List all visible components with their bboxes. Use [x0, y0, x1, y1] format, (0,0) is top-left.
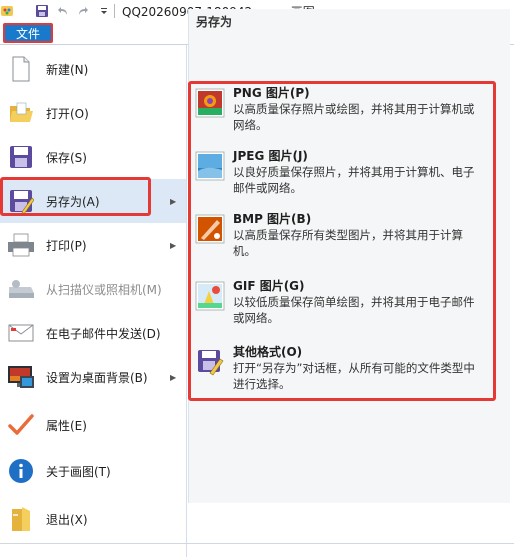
file-tab[interactable]: 文件: [3, 23, 53, 43]
menu-item-new[interactable]: 新建(N): [0, 47, 186, 91]
submenu-item-desc: 以高质量保存照片或绘图，并将其用于计算机或网络。: [233, 102, 475, 132]
gif-image-icon: [195, 281, 225, 311]
undo-icon[interactable]: [54, 3, 70, 19]
submenu-item-png[interactable]: PNG 图片(P) 以高质量保存照片或绘图，并将其用于计算机或网络。: [193, 84, 493, 136]
menu-item-email[interactable]: 在电子邮件中发送(D): [0, 311, 186, 355]
submenu-item-title: 其他格式(O): [233, 345, 303, 359]
submenu-item-gif[interactable]: GIF 图片(G) 以较低质量保存简单绘图，并将其用于电子邮件或网络。: [193, 277, 493, 329]
checkmark-icon: [6, 410, 36, 440]
save-disk-icon: [6, 142, 36, 172]
other-formats-icon: [195, 347, 225, 377]
submenu-item-desc: 打开“另存为”对话框，从所有可能的文件类型中进行选择。: [233, 361, 475, 391]
menu-bottom-border: [0, 543, 514, 544]
title-separator: [114, 4, 115, 18]
menu-item-desktop-background[interactable]: 设置为桌面背景(B) ▶: [0, 355, 186, 399]
bmp-image-icon: [195, 214, 225, 244]
desktop-background-icon: [6, 362, 36, 392]
menu-item-label: 保存(S): [46, 150, 87, 165]
save-quick-icon[interactable]: [34, 3, 50, 19]
menu-item-open[interactable]: 打开(O): [0, 91, 186, 135]
menu-item-label: 另存为(A): [46, 194, 100, 209]
customize-toolbar-icon[interactable]: [96, 3, 112, 19]
email-icon: [6, 318, 36, 348]
menu-item-label: 设置为桌面背景(B): [46, 370, 148, 385]
submenu-title: 另存为: [196, 15, 233, 29]
scanner-icon: [6, 274, 36, 304]
menu-item-label: 打开(O): [46, 106, 89, 121]
redo-icon[interactable]: [76, 3, 92, 19]
paint-app-icon[interactable]: [0, 3, 16, 19]
submenu-item-title: BMP 图片(B): [233, 212, 312, 226]
submenu-item-bmp[interactable]: BMP 图片(B) 以高质量保存所有类型图片，并将其用于计算机。: [193, 210, 493, 262]
menu-item-label: 属性(E): [46, 418, 87, 433]
exit-icon: [6, 504, 36, 534]
menu-item-about[interactable]: 关于画图(T): [0, 449, 186, 493]
menu-item-label: 新建(N): [46, 62, 89, 77]
menu-item-scanner: 从扫描仪或照相机(M): [0, 267, 186, 311]
menu-item-properties[interactable]: 属性(E): [0, 403, 186, 447]
save-as-icon: [6, 186, 36, 216]
printer-icon: [6, 230, 36, 260]
submenu-item-title: JPEG 图片(J): [233, 149, 308, 163]
submenu-arrow-icon: ▶: [170, 240, 177, 250]
menu-item-save[interactable]: 保存(S): [0, 135, 186, 179]
submenu-item-desc: 以高质量保存所有类型图片，并将其用于计算机。: [233, 228, 463, 258]
submenu-item-other-formats[interactable]: 其他格式(O) 打开“另存为”对话框，从所有可能的文件类型中进行选择。: [193, 343, 493, 395]
new-document-icon: [6, 54, 36, 84]
submenu-item-desc: 以良好质量保存照片，并将其用于计算机、电子邮件或网络。: [233, 165, 475, 195]
submenu-item-jpeg[interactable]: JPEG 图片(J) 以良好质量保存照片，并将其用于计算机、电子邮件或网络。: [193, 147, 493, 199]
jpeg-image-icon: [195, 151, 225, 181]
menu-item-print[interactable]: 打印(P) ▶: [0, 223, 186, 267]
info-icon: [6, 456, 36, 486]
submenu-arrow-icon: ▶: [170, 196, 177, 206]
menu-item-exit[interactable]: 退出(X): [0, 497, 186, 541]
submenu-item-desc: 以较低质量保存简单绘图，并将其用于电子邮件或网络。: [233, 295, 475, 325]
open-folder-icon: [6, 98, 36, 128]
menu-item-save-as[interactable]: 另存为(A) ▶: [0, 179, 186, 223]
menu-item-label: 退出(X): [46, 512, 88, 527]
submenu-arrow-icon: ▶: [170, 372, 177, 382]
menu-item-label: 打印(P): [46, 238, 87, 253]
png-image-icon: [195, 88, 225, 118]
submenu-item-title: GIF 图片(G): [233, 279, 305, 293]
menu-item-label: 在电子邮件中发送(D): [46, 326, 161, 341]
submenu-item-title: PNG 图片(P): [233, 86, 310, 100]
menu-item-label: 关于画图(T): [46, 464, 111, 479]
menu-item-label: 从扫描仪或照相机(M): [46, 282, 162, 297]
